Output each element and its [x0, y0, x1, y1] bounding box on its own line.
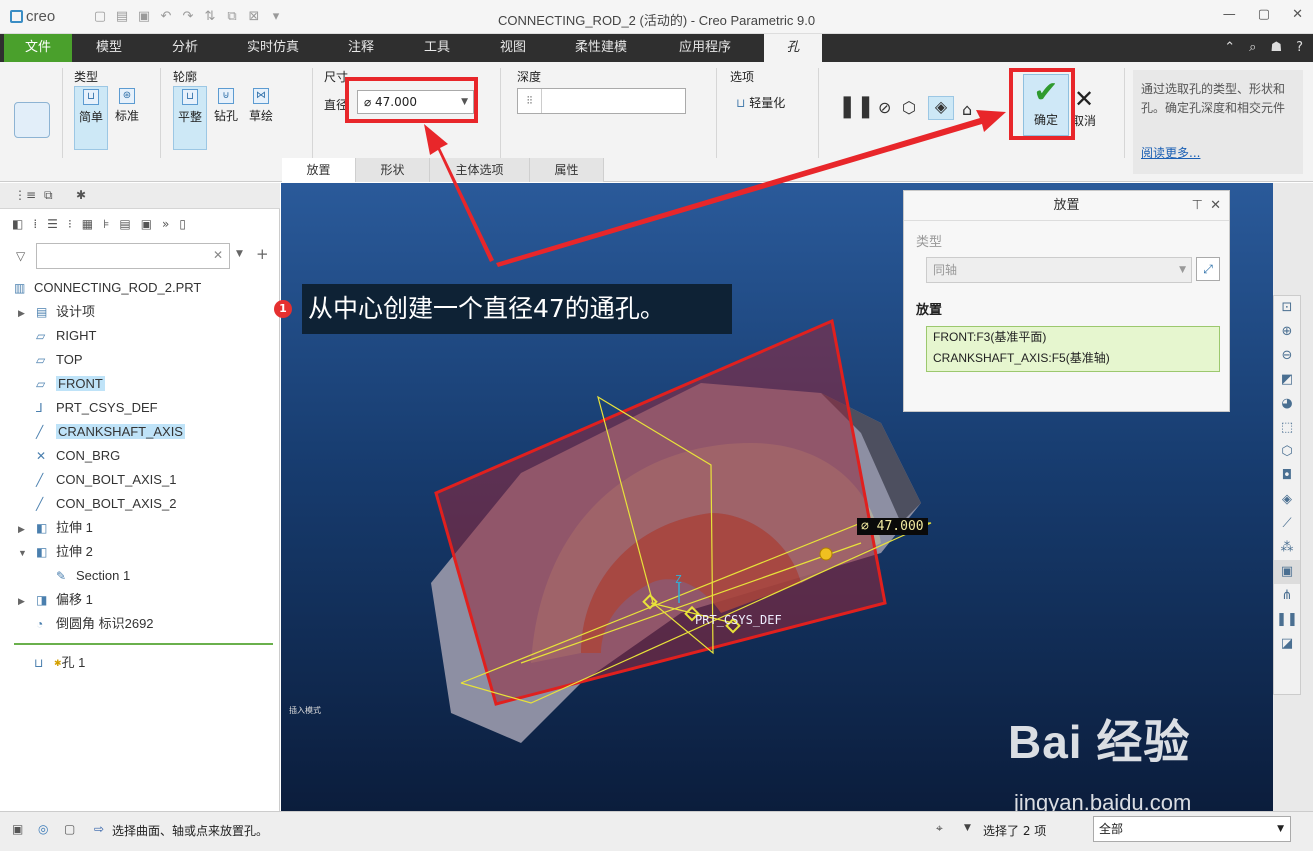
selection-filter[interactable]: 全部 ▼ [1093, 816, 1291, 842]
status-message: 选择曲面、轴或点来放置孔。 [112, 824, 269, 838]
baidu-watermark: Bai 经验 jingyan.baidu.com [1008, 706, 1191, 815]
arrow-right-icon: ⇨ [94, 822, 105, 836]
chevron-down-icon[interactable]: ▼ [964, 823, 971, 833]
arrow-to-diameter [424, 124, 494, 262]
fullscreen-icon[interactable]: ▢ [64, 822, 75, 836]
layout-icon[interactable]: ▣ [12, 822, 23, 836]
find-icon[interactable]: ⌖ [936, 821, 943, 836]
chevron-down-icon[interactable]: ▼ [1277, 817, 1284, 841]
selection-count: 选择了 2 项 [983, 824, 1047, 838]
selection-filter-value: 全部 [1099, 822, 1124, 836]
step-badge: 1 [274, 300, 292, 318]
watermark-brand: Bai 经验 [1008, 716, 1191, 768]
arrow-to-ok [496, 110, 1006, 267]
browser-icon[interactable]: ◎ [38, 822, 48, 836]
annotation-callout: 从中心创建一个直径47的通孔。 [302, 284, 732, 334]
